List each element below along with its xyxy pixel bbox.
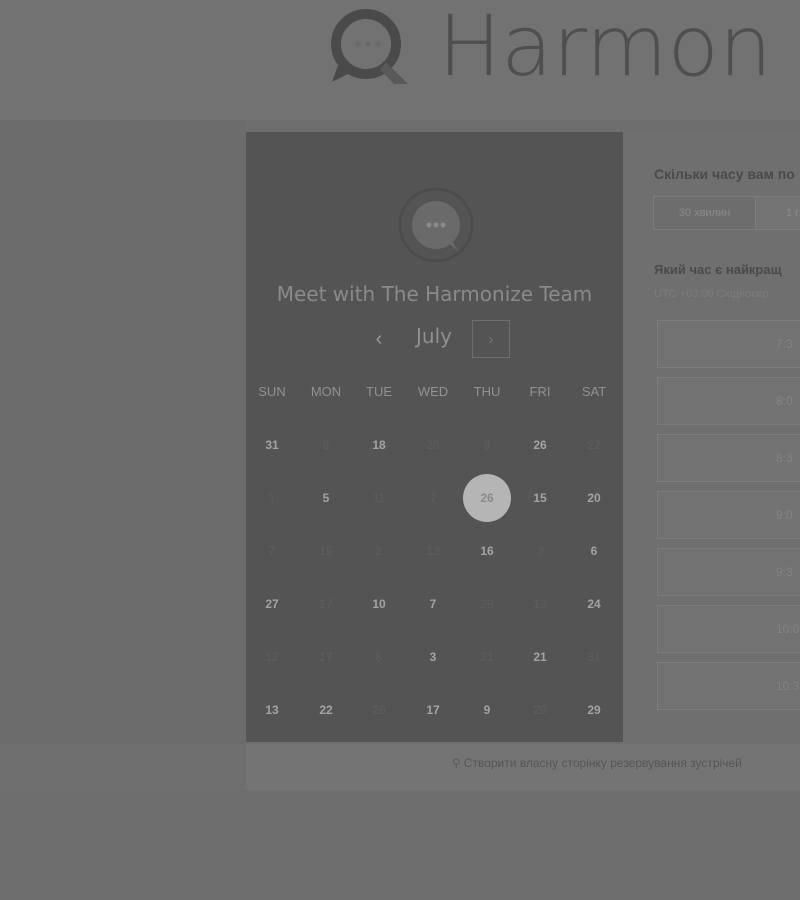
weekday-header: SUN	[258, 384, 286, 399]
brand-name: Harmon	[438, 0, 773, 95]
day-cell[interactable]: 29	[570, 686, 618, 734]
day-cell[interactable]: 26	[516, 421, 564, 469]
weekday-header: WED	[417, 384, 449, 399]
weekday-header: FRI	[529, 384, 551, 399]
day-cell[interactable]: 3	[409, 633, 457, 681]
day-cell: 11	[372, 491, 386, 505]
day-cell: 12	[533, 597, 547, 611]
day-cell: 21	[480, 650, 494, 664]
day-cell[interactable]: 21	[516, 633, 564, 681]
footer-band-left	[0, 744, 246, 790]
time-slot-label: 10:0	[776, 622, 800, 636]
day-cell[interactable]: 7	[409, 580, 457, 628]
time-question: Який час є найкращ	[654, 262, 782, 277]
duration-option-1h[interactable]: 1 г	[756, 197, 800, 229]
day-cell[interactable]: 20	[570, 474, 618, 522]
day-cell: 31	[587, 650, 601, 664]
day-cell[interactable]: 16	[463, 527, 511, 575]
time-slot-button[interactable]: 9:0	[657, 491, 800, 539]
weekday-header: MON	[310, 384, 342, 399]
next-month-button[interactable]: ›	[472, 320, 510, 358]
day-cell: 12	[265, 650, 279, 664]
day-cell: 2	[375, 544, 383, 558]
create-booking-page-link[interactable]: ⚲ Створити власну сторінку резервування з…	[452, 756, 742, 770]
day-cell: 1	[268, 491, 276, 505]
day-cell: 17	[319, 650, 333, 664]
time-slot-label: 8:3	[776, 451, 793, 465]
weekday-header: SAT	[581, 384, 607, 399]
day-cell: 8	[322, 438, 330, 452]
team-avatar-icon	[398, 187, 474, 263]
time-slot-label: 9:0	[776, 508, 793, 522]
weekday-header: TUE	[366, 384, 392, 399]
month-label: July	[416, 324, 452, 348]
day-cell[interactable]: 13	[248, 686, 296, 734]
day-cell: 7	[268, 544, 276, 558]
day-cell: 7	[429, 491, 437, 505]
time-slot-button[interactable]: 10:3	[657, 662, 800, 710]
duration-question: Скільки часу вам по	[654, 166, 795, 182]
day-cell: 9	[483, 438, 491, 452]
booking-panel: Скільки часу вам по 30 хвилин 1 г Який ч…	[623, 132, 800, 742]
day-cell: 22	[587, 438, 601, 452]
day-cell-selected[interactable]: 26	[463, 474, 511, 522]
day-cell[interactable]: 24	[570, 580, 618, 628]
day-cell: 3	[536, 544, 544, 558]
left-background	[0, 120, 246, 744]
day-cell[interactable]: 27	[248, 580, 296, 628]
day-cell[interactable]: 6	[570, 527, 618, 575]
header: Harmon	[0, 0, 800, 120]
duration-option-30[interactable]: 30 хвилин	[654, 197, 756, 229]
day-cell: 15	[319, 544, 333, 558]
duration-selector: 30 хвилин 1 г	[653, 196, 800, 230]
day-cell[interactable]: 10	[355, 580, 403, 628]
time-slot-button[interactable]: 8:3	[657, 434, 800, 482]
day-cell[interactable]: 31	[248, 421, 296, 469]
wand-icon: ⚲	[452, 756, 461, 770]
day-cell[interactable]: 22	[302, 686, 350, 734]
prev-month-button[interactable]: ‹	[368, 328, 390, 350]
time-slot-button[interactable]: 7:3	[657, 320, 800, 368]
create-booking-page-label: Створити власну сторінку резервування зу…	[463, 756, 742, 770]
day-cell[interactable]: 18	[355, 421, 403, 469]
day-cell: 29	[480, 597, 494, 611]
timezone-selector[interactable]: UTC +03:00 Східноєвр	[654, 288, 769, 300]
time-slot-label: 7:3	[776, 337, 793, 351]
time-slot-label: 10:3	[776, 679, 800, 693]
day-cell[interactable]: 5	[302, 474, 350, 522]
time-slot-label: 9:3	[776, 565, 793, 579]
time-slot-button[interactable]: 9:3	[657, 548, 800, 596]
day-cell: 13	[426, 544, 440, 558]
harmonize-logo-icon	[331, 9, 408, 84]
day-cell: 17	[319, 597, 333, 611]
calendar-panel: Meet with The Harmonize Team ‹ July › SU…	[246, 132, 623, 742]
day-cell: 26	[426, 438, 440, 452]
time-slot-button[interactable]: 10:0	[657, 605, 800, 653]
day-cell[interactable]: 17	[409, 686, 457, 734]
day-cell: 26	[372, 703, 386, 717]
weekday-header: THU	[473, 384, 501, 399]
day-cell[interactable]: 15	[516, 474, 564, 522]
day-cell[interactable]: 9	[463, 686, 511, 734]
calendar-title: Meet with The Harmonize Team	[276, 282, 593, 306]
day-cell: 20	[533, 703, 547, 717]
time-slot-label: 8:0	[776, 394, 793, 408]
time-slot-button[interactable]: 8:0	[657, 377, 800, 425]
day-cell: 8	[375, 650, 383, 664]
